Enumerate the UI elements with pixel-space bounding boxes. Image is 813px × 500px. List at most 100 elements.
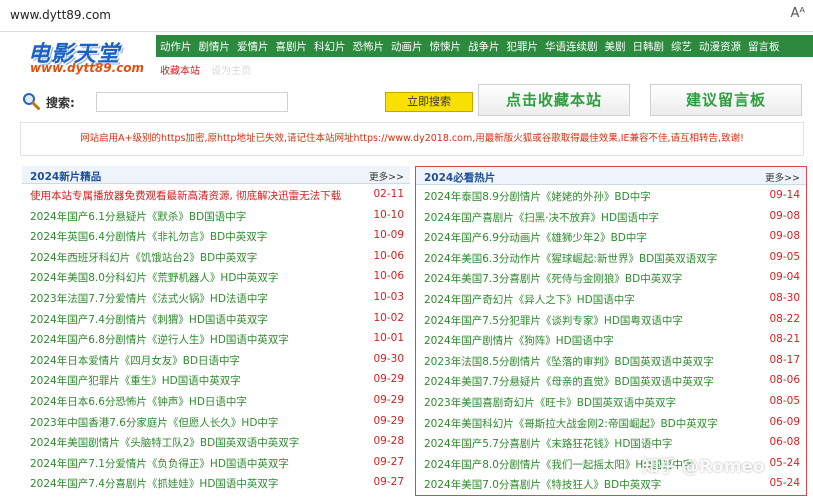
search-row: 搜索: 立即搜索 点击收藏本站 建议留言板 xyxy=(20,84,804,118)
post-date: 09-29 xyxy=(373,373,404,386)
message-board-button[interactable]: 建议留言板 xyxy=(650,84,802,116)
list-item[interactable]: 2023年中国香港7.6分家庭片《但愿人长久》HD中字 09-29 xyxy=(22,411,410,432)
list-item[interactable]: 2024年美国6.3分动作片《猩球崛起:新世界》BD国英双语双字 09-05 xyxy=(416,247,806,268)
page-root: www.dytt89.com Aᴬ 电影天堂 www.dytt89.com 动作… xyxy=(0,0,813,500)
more-link[interactable]: 更多>> xyxy=(765,170,800,184)
set-homepage-link[interactable]: 设为主页 xyxy=(211,66,251,77)
more-link[interactable]: 更多>> xyxy=(369,169,404,183)
browser-address-bar[interactable]: www.dytt89.com Aᴬ xyxy=(0,0,813,32)
list-item[interactable]: 2024年日本6.6分恐怖片《钟声》HD日语中字 09-29 xyxy=(22,390,410,411)
list-item[interactable]: 2024年泰国8.9分剧情片《姥姥的外孙》BD中字 09-14 xyxy=(416,185,806,206)
movie-title-link[interactable]: 2023年法国8.5分剧情片《坠落的审判》BD国英双语中英双字 xyxy=(424,354,714,369)
list-item[interactable]: 2024年国产7.5分犯罪片《谈判专家》HD国粤双语中字 08-22 xyxy=(416,309,806,330)
search-input[interactable] xyxy=(96,92,288,112)
list-item[interactable]: 2024年美国科幻片《哥斯拉大战金刚2:帝国崛起》BD中英双字 06-09 xyxy=(416,412,806,433)
site-notice: 网站启用A+级别的https加密,原http地址已失效,请记住本站网址https… xyxy=(20,122,804,156)
nav-item[interactable]: 战争片 xyxy=(468,39,500,54)
post-date: 10-09 xyxy=(373,229,404,242)
movie-title-link[interactable]: 2024年国产剧情片《狗阵》HD国语中字 xyxy=(424,333,614,348)
nav-item[interactable]: 惊悚片 xyxy=(430,39,462,54)
nav-item[interactable]: 科幻片 xyxy=(314,39,346,54)
list-item[interactable]: 2024年日本爱情片《四月女友》BD日语中字 09-30 xyxy=(22,349,410,370)
panel-title[interactable]: 2024新片精品 xyxy=(30,169,101,184)
list-item[interactable]: 2024年国产剧情片《狗阵》HD国语中字 08-21 xyxy=(416,329,806,350)
list-item[interactable]: 2024年国产5.7分喜剧片《末路狂花钱》HD国语中字 06-08 xyxy=(416,432,806,453)
post-date: 06-08 xyxy=(769,436,800,449)
site-logo[interactable]: 电影天堂 www.dytt89.com xyxy=(22,36,152,76)
nav-item[interactable]: 恐怖片 xyxy=(353,39,385,54)
list-item[interactable]: 2024年国产7.1分爱情片《负负得正》HD国语中英双字 09-27 xyxy=(22,452,410,473)
movie-title-link[interactable]: 2023年法国7.7分爱情片《法式火锅》HD法语中字 xyxy=(30,291,268,306)
list-item[interactable]: 2024年英国6.4分剧情片《非礼勿言》BD中英双字 10-09 xyxy=(22,225,410,246)
logo-url: www.dytt89.com xyxy=(30,61,145,75)
movie-title-link[interactable]: 2024年美国8.0分科幻片《荒野机器人》HD中英双字 xyxy=(30,270,278,285)
post-date: 09-28 xyxy=(373,435,404,448)
list-item[interactable]: 2024年国产7.4分剧情片《刺猬》HD国语中英双字 10-02 xyxy=(22,308,410,329)
nav-item[interactable]: 犯罪片 xyxy=(507,39,539,54)
list-item[interactable]: 2024年国产奇幻片《异人之下》HD国语中字 08-30 xyxy=(416,288,806,309)
list-item[interactable]: 2024年国产7.4分喜剧片《抓娃娃》HD国语中英双字 09-27 xyxy=(22,472,410,493)
list-item[interactable]: 2024年国产6.8分剧情片《逆行人生》HD国语中英双字 10-01 xyxy=(22,328,410,349)
nav-item[interactable]: 爱情片 xyxy=(237,39,269,54)
post-date: 08-17 xyxy=(769,353,800,366)
movie-title-link[interactable]: 2024年国产6.8分剧情片《逆行人生》HD国语中英双字 xyxy=(30,332,289,347)
nav-item[interactable]: 美剧 xyxy=(605,39,626,54)
list-item[interactable]: 2024年西班牙科幻片《饥饿站台2》BD中英双字 10-06 xyxy=(22,246,410,267)
nav-item[interactable]: 动画片 xyxy=(391,39,423,54)
movie-title-link[interactable]: 2024年英国6.4分剧情片《非礼勿言》BD中英双字 xyxy=(30,229,267,244)
list-item[interactable]: 2024年国产6.9分动画片《雄狮少年2》BD中字 09-08 xyxy=(416,226,806,247)
movie-title-link[interactable]: 2024年国产7.4分剧情片《刺猬》HD国语中英双字 xyxy=(30,312,268,327)
post-date: 09-08 xyxy=(769,230,800,243)
movie-title-link[interactable]: 2024年日本爱情片《四月女友》BD日语中字 xyxy=(30,353,240,368)
nav-item[interactable]: 喜剧片 xyxy=(276,39,308,54)
movie-title-link[interactable]: 2024年国产6.9分动画片《雄狮少年2》BD中字 xyxy=(424,230,647,245)
movie-title-link[interactable]: 2024年国产5.7分喜剧片《末路狂花钱》HD国语中字 xyxy=(424,436,672,451)
movie-title-link[interactable]: 2024年美国剧情片《头脑特工队2》BD国英双语中英双字 xyxy=(30,435,299,450)
nav-item[interactable]: 留言板 xyxy=(748,39,780,54)
reader-mode-icon[interactable]: Aᴬ xyxy=(791,6,806,21)
movie-title-link[interactable]: 2024年国产7.4分喜剧片《抓娃娃》HD国语中英双字 xyxy=(30,476,278,491)
list-item[interactable]: 2024年美国7.7分悬疑片《母亲的直觉》BD国英双语中英双字 08-06 xyxy=(416,370,806,391)
movie-title-link[interactable]: 2024年国产犯罪片《重生》HD国语中英双字 xyxy=(30,373,241,388)
nav-item[interactable]: 日韩剧 xyxy=(633,39,665,54)
list-item[interactable]: 2024年国产6.1分悬疑片《默杀》BD国语中字 10-10 xyxy=(22,205,410,226)
movie-title-link[interactable]: 使用本站专属播放器免费观看最新高清资源, 彻底解决迅雷无法下载 xyxy=(30,188,341,203)
list-item[interactable]: 2024年美国剧情片《头脑特工队2》BD国英双语中英双字 09-28 xyxy=(22,431,410,452)
movie-title-link[interactable]: 2024年国产奇幻片《异人之下》HD国语中字 xyxy=(424,292,635,307)
movie-title-link[interactable]: 2024年美国7.7分悬疑片《母亲的直觉》BD国英双语中英双字 xyxy=(424,374,714,389)
search-button[interactable]: 立即搜索 xyxy=(385,92,473,112)
post-date: 08-06 xyxy=(769,374,800,387)
movie-title-link[interactable]: 2024年国产6.1分悬疑片《默杀》BD国语中字 xyxy=(30,209,246,224)
list-item[interactable]: 使用本站专属播放器免费观看最新高清资源, 彻底解决迅雷无法下载 02-11 xyxy=(22,184,410,205)
bookmark-site-button[interactable]: 点击收藏本站 xyxy=(478,84,630,116)
list-item[interactable]: 2024年美国8.0分科幻片《荒野机器人》HD中英双字 10-06 xyxy=(22,266,410,287)
main-nav: 动作片 剧情片 爱情片 喜剧片 科幻片 恐怖片 动画片 惊悚片 战争片 犯罪片 华语连续剧 美剧 日韩剧… xyxy=(156,35,813,57)
nav-item[interactable]: 剧情片 xyxy=(199,39,231,54)
list-item[interactable]: 2023年法国7.7分爱情片《法式火锅》HD法语中字 10-03 xyxy=(22,287,410,308)
movie-title-link[interactable]: 2024年国产7.1分爱情片《负负得正》HD国语中英双字 xyxy=(30,456,289,471)
movie-title-link[interactable]: 2024年西班牙科幻片《饥饿站台2》BD中英双字 xyxy=(30,250,257,265)
nav-item[interactable]: 综艺 xyxy=(671,39,692,54)
bookmark-link[interactable]: 收藏本站 xyxy=(160,66,200,77)
movie-title-link[interactable]: 2023年美国喜剧奇幻片《旺卡》BD国英双语中英双字 xyxy=(424,395,676,410)
panel-title[interactable]: 2024必看热片 xyxy=(424,170,495,185)
movie-title-link[interactable]: 2024年国产7.5分犯罪片《谈判专家》HD国粤双语中字 xyxy=(424,313,683,328)
movie-title-link[interactable]: 2024年美国科幻片《哥斯拉大战金刚2:帝国崛起》BD中英双字 xyxy=(424,416,718,431)
movie-title-link[interactable]: 2024年美国7.0分喜剧片《特技狂人》BD中英双字 xyxy=(424,477,661,492)
post-date: 09-14 xyxy=(769,189,800,201)
list-item[interactable]: 2024年美国7.3分喜剧片《死侍与金刚狼》BD中英双字 09-04 xyxy=(416,267,806,288)
movie-title-link[interactable]: 2023年中国香港7.6分家庭片《但愿人长久》HD中字 xyxy=(30,415,278,430)
movie-title-link[interactable]: 2024年美国7.3分喜剧片《死侍与金刚狼》BD中英双字 xyxy=(424,271,682,286)
movie-title-link[interactable]: 2024年泰国8.9分剧情片《姥姥的外孙》BD中字 xyxy=(424,189,651,204)
movie-title-link[interactable]: 2024年美国6.3分动作片《猩球崛起:新世界》BD国英双语双字 xyxy=(424,251,717,266)
movie-title-link[interactable]: 2024年国产喜剧片《扫黑·决不放弃》HD国语中字 xyxy=(424,210,659,225)
list-item[interactable]: 2024年国产犯罪片《重生》HD国语中英双字 09-29 xyxy=(22,369,410,390)
nav-item[interactable]: 华语连续剧 xyxy=(545,39,598,54)
nav-item[interactable]: 动作片 xyxy=(160,39,192,54)
address-url[interactable]: www.dytt89.com xyxy=(10,8,111,22)
list-item[interactable]: 2023年法国8.5分剧情片《坠落的审判》BD国英双语中英双字 08-17 xyxy=(416,350,806,371)
nav-item[interactable]: 动漫资源 xyxy=(699,39,741,54)
movie-title-link[interactable]: 2024年日本6.6分恐怖片《钟声》HD日语中字 xyxy=(30,394,247,409)
list-item[interactable]: 2023年美国喜剧奇幻片《旺卡》BD国英双语中英双字 08-05 xyxy=(416,391,806,412)
list-item[interactable]: 2024年国产喜剧片《扫黑·决不放弃》HD国语中字 09-08 xyxy=(416,206,806,227)
